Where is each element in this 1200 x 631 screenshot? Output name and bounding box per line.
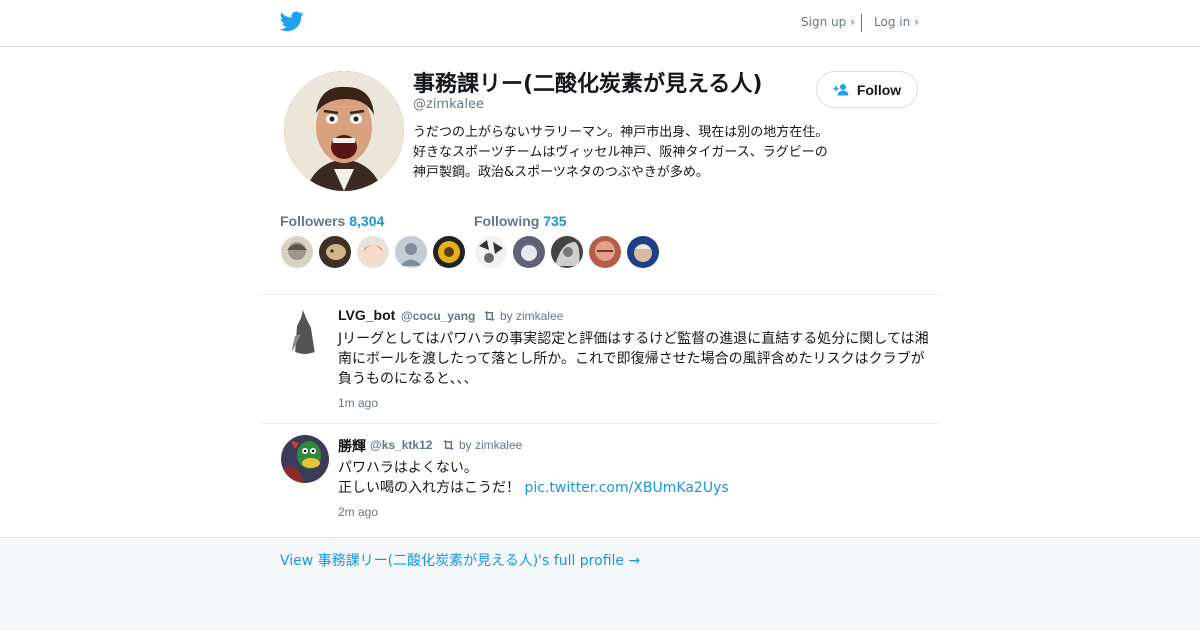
tweet-timestamp[interactable]: 1m ago — [338, 396, 378, 410]
divider — [260, 294, 940, 295]
tweet-text-line: パワハラはよくない。 — [338, 460, 478, 476]
followers-label: Followers — [280, 213, 346, 229]
profile-handle: @zimkalee — [413, 97, 484, 112]
profile-name: 事務課リー(二酸化炭素が見える人) — [413, 72, 763, 97]
follower-avatar[interactable] — [433, 236, 465, 268]
profile-bio: うだつの上がらないサラリーマン。神戸市出身、現在は別の地方在住。好きなスポーツチ… — [413, 125, 829, 180]
retweeted-by: by zimkalee — [459, 438, 523, 452]
tweet-author-name[interactable]: 勝輝 — [338, 436, 366, 456]
twitter-bird-icon[interactable] — [280, 11, 304, 32]
footer: View 事務課リー(二酸化炭素が見える人)'s full profile → — [0, 537, 1200, 631]
nav-divider — [861, 14, 862, 32]
tweet-text-line: 正しい喝の入れ方はこうだ！ pic.twitter.com/XBUmKa2Uys — [338, 478, 930, 498]
tweet-avatar[interactable] — [281, 306, 329, 354]
following-label: Following — [474, 213, 540, 229]
retweet-info: by zimkalee — [442, 438, 522, 452]
tweet-author-handle[interactable]: @cocu_yang — [401, 309, 475, 323]
tweet-author-name[interactable]: LVG_bot — [338, 307, 395, 323]
following-avatar[interactable] — [589, 236, 621, 268]
profile-avatar-image — [284, 71, 404, 191]
retweeted-by: by zimkalee — [500, 309, 564, 323]
top-bar: Sign up › Log in › — [0, 0, 1200, 47]
divider — [260, 423, 940, 424]
tweet-text-fragment: 正しい喝の入れ方はこうだ！ — [338, 480, 520, 496]
following-stat[interactable]: Following 735 — [474, 213, 567, 229]
login-link[interactable]: Log in › — [874, 15, 919, 29]
retweet-info: by zimkalee — [483, 309, 563, 323]
follow-button[interactable]: Follow — [816, 71, 918, 108]
tweet-avatar[interactable] — [281, 435, 329, 483]
follow-button-label: Follow — [856, 81, 902, 98]
follower-avatar[interactable] — [281, 236, 313, 268]
full-profile-link[interactable]: View 事務課リー(二酸化炭素が見える人)'s full profile → — [280, 550, 640, 570]
follower-avatar[interactable] — [395, 236, 427, 268]
tweet-text: Jリーグとしてはパワハラの事実認定と評価はするけど監督の進退に直結する処分に関し… — [338, 331, 929, 387]
following-avatar[interactable] — [551, 236, 583, 268]
following-avatar[interactable] — [513, 236, 545, 268]
add-user-icon — [833, 84, 849, 96]
signup-link[interactable]: Sign up › — [801, 15, 855, 29]
following-avatar[interactable] — [627, 236, 659, 268]
follower-avatar[interactable] — [357, 236, 389, 268]
retweet-icon — [484, 311, 495, 321]
tweet-media-link[interactable]: pic.twitter.com/XBUmKa2Uys — [524, 480, 728, 496]
tweet-text: パワハラはよくない。 正しい喝の入れ方はこうだ！ pic.twitter.com… — [338, 458, 930, 498]
following-avatar[interactable] — [475, 236, 507, 268]
profile-avatar[interactable] — [284, 71, 404, 191]
retweet-icon — [443, 440, 454, 450]
followers-count: 8,304 — [349, 213, 385, 229]
tweet-timestamp[interactable]: 2m ago — [338, 505, 378, 519]
follower-avatar[interactable] — [319, 236, 351, 268]
tweet-author-handle[interactable]: @ks_ktk12 — [370, 438, 432, 452]
followers-stat[interactable]: Followers 8,304 — [280, 213, 384, 229]
following-count: 735 — [543, 213, 567, 229]
